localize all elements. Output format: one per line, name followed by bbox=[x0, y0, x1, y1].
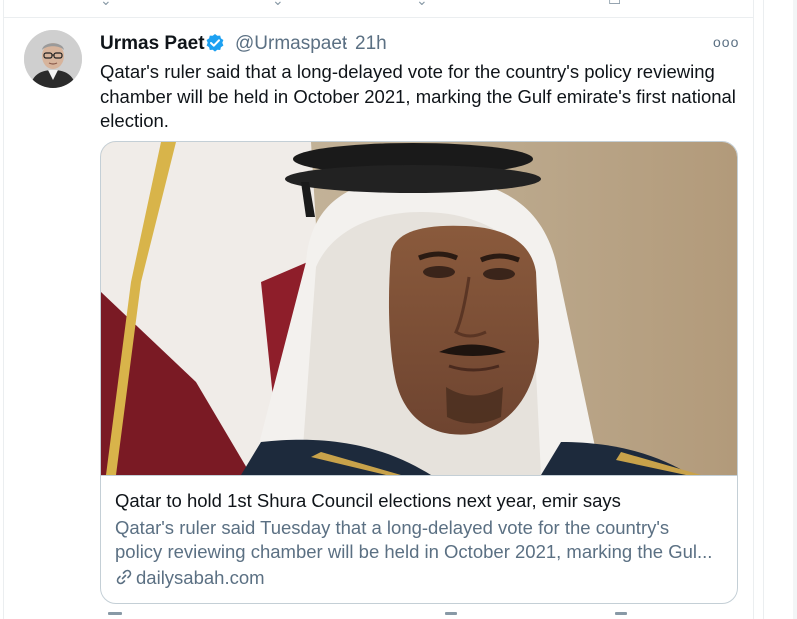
card-domain[interactable]: dailysabah.com bbox=[115, 567, 265, 589]
link-icon bbox=[115, 568, 133, 586]
separator-dot: · bbox=[342, 33, 349, 54]
right-sidebar-edge bbox=[793, 0, 797, 619]
share-icon[interactable]: ▭ bbox=[608, 0, 621, 9]
card-title[interactable]: Qatar to hold 1st Shura Council election… bbox=[115, 490, 621, 512]
timeline-column: ⌄ ⌄ ⌄ ▭ Urmas Paet @Urmaspaet · 21h ooo … bbox=[3, 0, 754, 619]
author-handle[interactable]: @Urmaspaet bbox=[235, 33, 347, 55]
tweet-action-bar bbox=[100, 612, 736, 619]
card-description-line-2: policy reviewing chamber will be held in… bbox=[115, 541, 713, 562]
card-domain-text: dailysabah.com bbox=[136, 567, 265, 588]
reply-icon[interactable]: ⌄ bbox=[100, 0, 112, 9]
card-description-line-1: Qatar's ruler said Tuesday that a long-d… bbox=[115, 517, 670, 538]
like-action-icon[interactable] bbox=[445, 612, 457, 615]
reply-action-icon[interactable] bbox=[108, 612, 122, 615]
author-name[interactable]: Urmas Paet bbox=[100, 33, 205, 55]
card-image[interactable] bbox=[101, 142, 737, 476]
like-icon[interactable]: ⌄ bbox=[416, 0, 428, 9]
previous-tweet-action-bar: ⌄ ⌄ ⌄ ▭ bbox=[4, 0, 753, 18]
card-description: Qatar's ruler said Tuesday that a long-d… bbox=[115, 516, 725, 564]
share-action-icon[interactable] bbox=[615, 612, 627, 615]
more-options-icon[interactable]: ooo bbox=[713, 34, 738, 50]
retweet-icon[interactable]: ⌄ bbox=[272, 0, 284, 9]
tweet-text: Qatar's ruler said that a long-delayed v… bbox=[100, 61, 736, 131]
avatar[interactable] bbox=[24, 30, 82, 88]
link-card[interactable]: Qatar to hold 1st Shura Council election… bbox=[100, 141, 738, 604]
sidebar-divider bbox=[763, 0, 764, 619]
verified-badge-icon bbox=[205, 33, 225, 53]
tweet-timestamp[interactable]: 21h bbox=[355, 33, 387, 55]
